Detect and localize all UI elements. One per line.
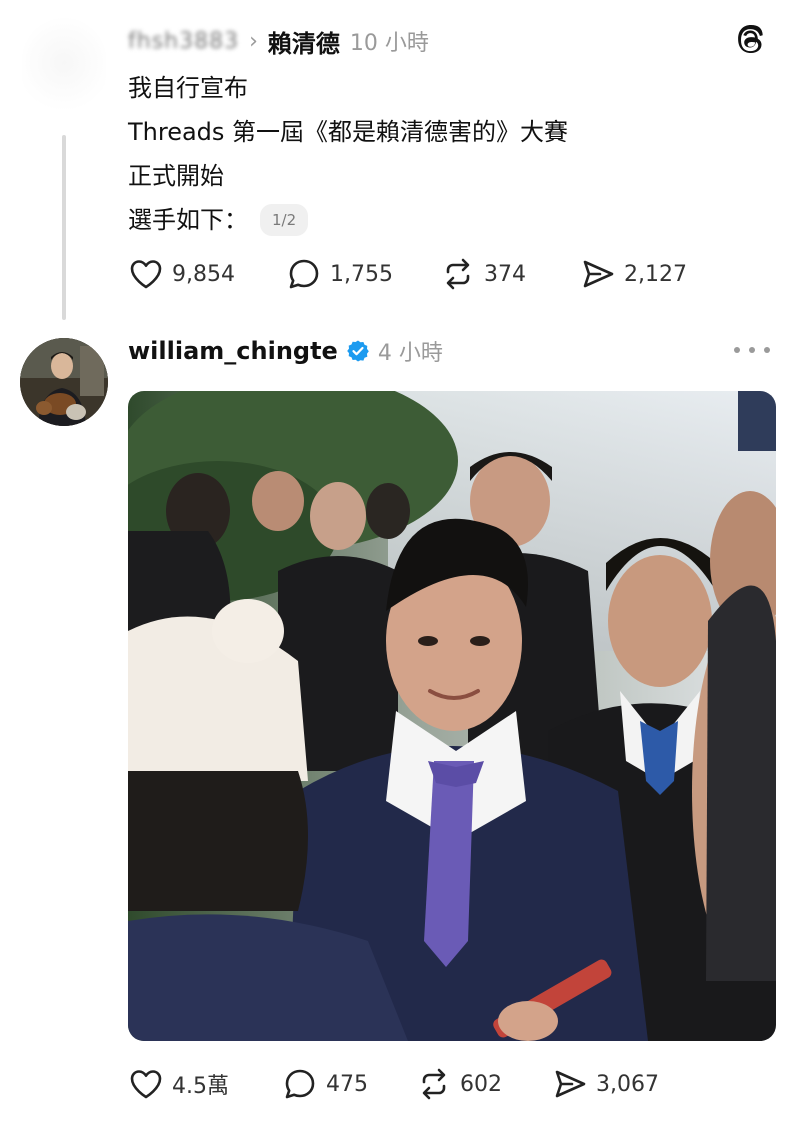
post1-timestamp: 10 小時 bbox=[349, 31, 429, 56]
post2-header: william_chingte 4 小時 bbox=[128, 334, 443, 368]
post1-line: 我自行宣布 bbox=[128, 74, 248, 102]
post2-actions: 4.5萬 475 602 3,067 bbox=[128, 1066, 659, 1102]
repost-count: 374 bbox=[484, 261, 526, 287]
avatar[interactable] bbox=[20, 338, 108, 426]
post1-body: 我自行宣布 Threads 第一屆《都是賴清德害的》大賽 正式開始 選手如下： … bbox=[128, 66, 728, 242]
share-count: 2,127 bbox=[624, 261, 687, 287]
post1-line-row: 選手如下： 1/2 bbox=[128, 198, 728, 242]
post1-line: 正式開始 bbox=[128, 162, 224, 190]
repost-icon bbox=[422, 1068, 446, 1100]
blurred-username[interactable]: fhsh3883 bbox=[128, 29, 239, 54]
like-count: 4.5萬 bbox=[172, 1074, 229, 1099]
repost-button[interactable]: 374 bbox=[440, 256, 580, 292]
more-options-icon[interactable] bbox=[734, 338, 770, 362]
reply-count: 1,755 bbox=[330, 261, 393, 287]
post1-line: 選手如下： bbox=[128, 206, 248, 234]
post1-header: fhsh3883 › 賴清德 10 小時 bbox=[128, 24, 429, 58]
post2-timestamp: 4 小時 bbox=[377, 341, 443, 366]
threads-logo-icon[interactable] bbox=[734, 24, 768, 58]
share-button[interactable]: 2,127 bbox=[580, 256, 687, 292]
share-button[interactable]: 3,067 bbox=[552, 1066, 659, 1102]
repost-icon bbox=[446, 258, 470, 290]
reply-count: 475 bbox=[326, 1071, 368, 1097]
post-photo[interactable] bbox=[128, 391, 776, 1041]
heart-icon bbox=[130, 260, 162, 289]
repost-count: 602 bbox=[460, 1071, 502, 1097]
post1-actions: 9,854 1,755 374 2,127 bbox=[128, 256, 687, 292]
blurred-avatar[interactable] bbox=[22, 18, 106, 118]
share-icon bbox=[583, 260, 614, 288]
share-count: 3,067 bbox=[596, 1071, 659, 1097]
like-button[interactable]: 9,854 bbox=[128, 256, 286, 292]
comment-icon bbox=[289, 259, 319, 289]
like-button[interactable]: 4.5萬 bbox=[128, 1066, 282, 1102]
share-icon bbox=[555, 1070, 586, 1098]
repost-button[interactable]: 602 bbox=[416, 1066, 552, 1102]
post2-username[interactable]: william_chingte bbox=[128, 337, 338, 365]
post1-author[interactable]: 賴清德 bbox=[268, 24, 340, 59]
verified-badge-icon bbox=[347, 340, 369, 362]
heart-icon bbox=[130, 1070, 162, 1099]
reply-button[interactable]: 1,755 bbox=[286, 256, 440, 292]
like-count: 9,854 bbox=[172, 261, 235, 287]
thread-connector-line bbox=[62, 135, 66, 320]
page-indicator-badge[interactable]: 1/2 bbox=[260, 204, 309, 236]
chevron-right-icon: › bbox=[249, 28, 258, 54]
comment-icon bbox=[285, 1069, 315, 1099]
post1-line: Threads 第一屆《都是賴清德害的》大賽 bbox=[128, 118, 569, 146]
reply-button[interactable]: 475 bbox=[282, 1066, 416, 1102]
